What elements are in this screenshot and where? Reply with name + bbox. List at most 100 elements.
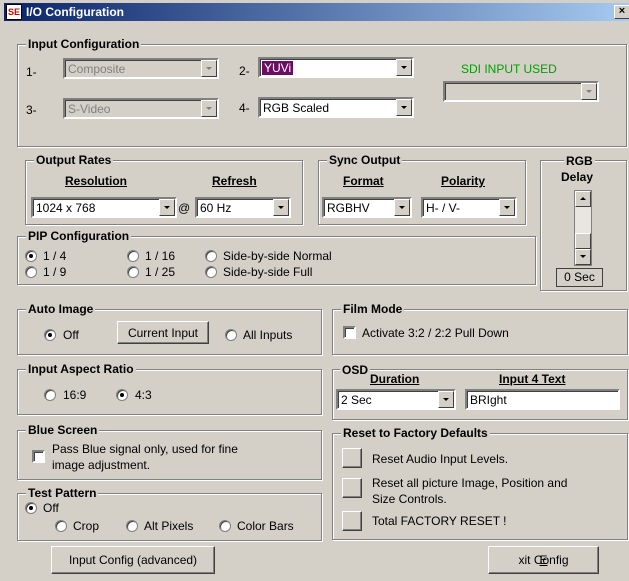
blue-screen-legend: Blue Screen	[26, 423, 100, 437]
io-config-window: SE I/O Configuration × Input Configurati…	[0, 0, 629, 581]
chevron-down-icon[interactable]	[499, 199, 515, 216]
pip-1-4-radio[interactable]	[25, 250, 37, 262]
auto-image-legend: Auto Image	[26, 302, 96, 316]
pip-1-4-label: 1 / 4	[43, 249, 67, 263]
pip-sbs-full-radio[interactable]	[205, 266, 217, 278]
pulldown-checkbox[interactable]	[343, 326, 356, 339]
refresh-value: 60 Hz	[200, 201, 232, 215]
rgb-delay-scrollbar[interactable]	[574, 190, 592, 266]
color-bars-radio[interactable]	[219, 520, 231, 532]
input-slot4-select[interactable]: RGB Scaled	[258, 97, 414, 118]
window-title: I/O Configuration	[26, 5, 124, 19]
slot2-number: 2-	[239, 64, 250, 78]
factory-reset-label: Total FACTORY RESET !	[372, 514, 507, 528]
chevron-down-icon[interactable]	[581, 83, 597, 100]
alt-pixels-radio[interactable]	[126, 520, 138, 532]
sync-format-value: RGBHV	[327, 201, 370, 215]
pip-sbs-normal-label: Side-by-side Normal	[223, 249, 332, 263]
at-symbol: @	[178, 201, 191, 215]
auto-image-off-radio[interactable]	[44, 329, 56, 341]
refresh-select[interactable]: 60 Hz	[195, 197, 291, 218]
pip-1-25-label: 1 / 25	[145, 265, 176, 279]
auto-image-all-radio[interactable]	[225, 329, 237, 341]
exit-label-rest: xit Config	[518, 553, 569, 567]
chevron-down-icon[interactable]	[394, 199, 410, 216]
input-config-advanced-button[interactable]: Input Config (advanced)	[51, 546, 215, 574]
input-slot4-value: RGB Scaled	[263, 101, 330, 115]
refresh-label: Refresh	[212, 174, 257, 188]
blue-screen-checkbox[interactable]	[32, 450, 45, 463]
blue-screen-line1: Pass Blue signal only, used for fine	[52, 442, 238, 456]
osd-input4-label: Input 4 Text	[497, 372, 568, 386]
crop-label: Crop	[73, 519, 100, 533]
input4-text-field[interactable]: BRIght	[465, 389, 620, 410]
resolution-label: Resolution	[65, 174, 127, 188]
chevron-down-icon[interactable]	[159, 199, 175, 216]
blue-screen-line2: image adjustment.	[52, 458, 151, 472]
input-config-legend: Input Configuration	[26, 37, 142, 51]
chevron-down-icon[interactable]	[396, 99, 412, 116]
pip-1-16-radio[interactable]	[127, 250, 139, 262]
auto-image-all-label: All Inputs	[243, 328, 293, 342]
pip-sbs-normal-radio[interactable]	[205, 250, 217, 262]
film-mode-legend: Film Mode	[341, 302, 405, 316]
chevron-up-icon	[580, 197, 586, 200]
test-pattern-off-label: Off	[43, 501, 59, 515]
scroll-up-button[interactable]	[575, 191, 591, 207]
current-input-button[interactable]: Current Input	[117, 321, 209, 344]
chevron-down-icon[interactable]	[396, 59, 412, 76]
polarity-label: Polarity	[441, 174, 486, 188]
chevron-down-icon	[580, 255, 586, 258]
pulldown-label: Activate 3:2 / 2:2 Pull Down	[362, 326, 509, 340]
scroll-down-button[interactable]	[575, 249, 591, 265]
reset-picture-line1: Reset all picture Image, Position and	[372, 476, 568, 490]
format-label: Format	[343, 174, 384, 188]
resolution-select[interactable]: 1024 x 768	[31, 197, 177, 218]
pip-sbs-full-label: Side-by-side Full	[223, 265, 313, 279]
input-slot1-value: Composite	[68, 62, 126, 76]
polarity-select[interactable]: H- / V-	[421, 197, 517, 218]
close-button[interactable]: ×	[614, 5, 629, 19]
input-slot3-select[interactable]: S-Video	[63, 98, 219, 119]
scroll-thumb[interactable]	[575, 233, 591, 249]
output-rates-legend: Output Rates	[34, 153, 114, 167]
test-pattern-off-radio[interactable]	[25, 502, 37, 514]
aspect-16-9-radio[interactable]	[44, 389, 56, 401]
aspect-4-3-radio[interactable]	[116, 389, 128, 401]
test-pattern-legend: Test Pattern	[26, 486, 99, 500]
current-input-label: Current Input	[127, 325, 199, 340]
input-slot2-value: YUVi	[262, 61, 294, 75]
reset-audio-label: Reset Audio Input Levels.	[372, 452, 509, 466]
osd-duration-value: 2 Sec	[341, 393, 372, 407]
pip-1-9-radio[interactable]	[25, 266, 37, 278]
rgb-delay-label-line1: RGB	[564, 154, 595, 168]
pip-1-25-radio[interactable]	[127, 266, 139, 278]
chevron-down-icon[interactable]	[201, 60, 217, 77]
auto-image-off-label: Off	[63, 328, 79, 342]
slot3-number: 3-	[26, 103, 37, 117]
pip-1-9-label: 1 / 9	[43, 265, 67, 279]
factory-reset-button[interactable]	[342, 511, 362, 531]
reset-picture-button[interactable]	[342, 478, 362, 498]
osd-legend: OSD	[340, 363, 371, 377]
crop-radio[interactable]	[55, 520, 67, 532]
osd-duration-select[interactable]: 2 Sec	[336, 389, 456, 410]
chevron-down-icon[interactable]	[273, 199, 289, 216]
exit-config-button[interactable]: Exit Config	[488, 546, 599, 574]
input-config-advanced-label: Input Config (advanced)	[68, 553, 198, 567]
osd-duration-label: Duration	[368, 372, 422, 386]
sdi-status-label: SDI INPUT USED	[461, 62, 557, 76]
slot4-number: 4-	[239, 101, 250, 115]
reset-audio-button[interactable]	[342, 448, 362, 468]
sdi-input-select[interactable]	[443, 81, 599, 102]
chevron-down-icon[interactable]	[201, 100, 217, 117]
input-slot3-value: S-Video	[68, 102, 111, 116]
input-slot2-select[interactable]: YUVi	[258, 57, 414, 78]
input-slot1-select[interactable]: Composite	[63, 58, 219, 79]
test-pattern-group: Test Pattern	[17, 486, 322, 541]
chevron-down-icon[interactable]	[438, 391, 454, 408]
sync-format-select[interactable]: RGBHV	[322, 197, 412, 218]
pip-1-16-label: 1 / 16	[145, 249, 176, 263]
alt-pixels-label: Alt Pixels	[144, 519, 194, 533]
reset-picture-line2: Size Controls.	[372, 492, 447, 506]
